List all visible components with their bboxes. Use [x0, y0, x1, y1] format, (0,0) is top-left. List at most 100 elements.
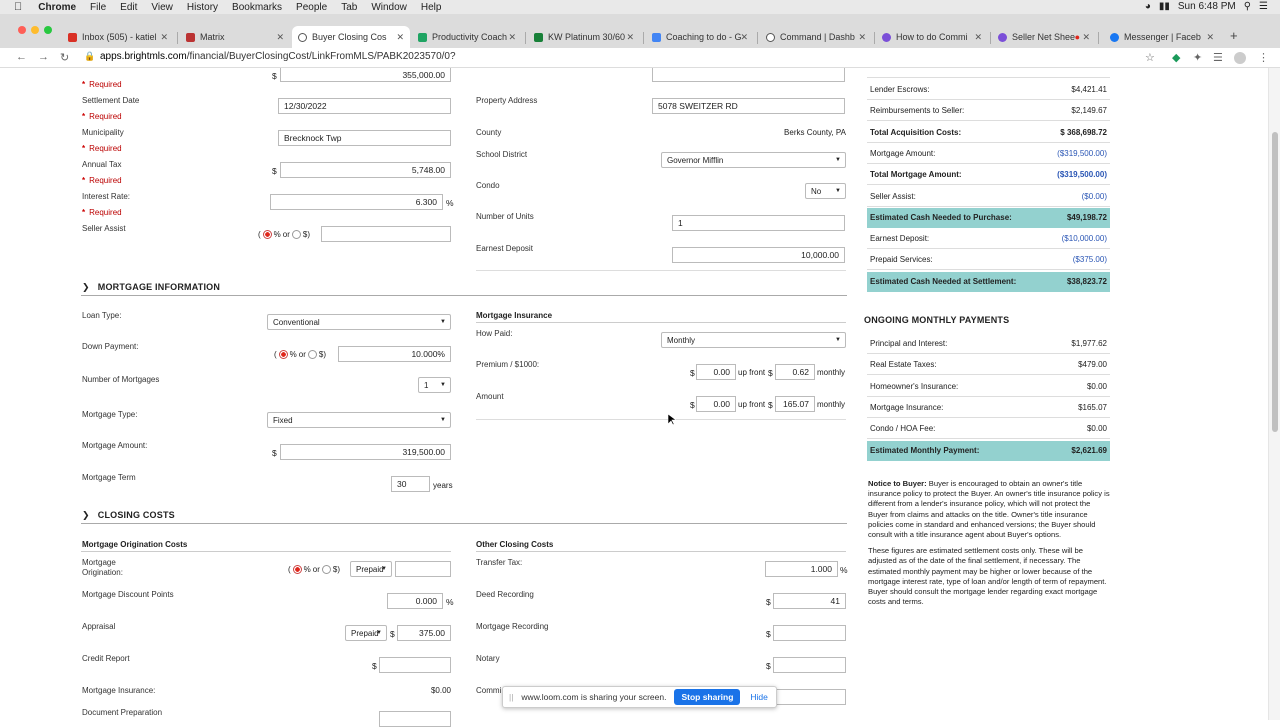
annual-tax-input[interactable]: 5,748.00 — [280, 162, 451, 178]
notary-input[interactable] — [773, 657, 846, 673]
menu-bookmarks[interactable]: Bookmarks — [232, 2, 282, 13]
dollar-radio[interactable] — [291, 230, 301, 239]
new-tab-icon[interactable]: + — [1230, 28, 1238, 43]
dollar-radio[interactable] — [321, 565, 331, 574]
appraisal-input[interactable]: 375.00 — [397, 625, 451, 641]
extension-icon[interactable]: ◆ — [1172, 51, 1180, 64]
menu-tab[interactable]: Tab — [341, 2, 357, 13]
down-payment-input[interactable]: 10.000% — [338, 346, 451, 362]
close-tab-icon[interactable]: ✕ — [160, 32, 168, 43]
tab-seller-net-sheet[interactable]: Seller Net Shee ● ✕ — [992, 26, 1096, 48]
number-of-units-input[interactable]: 1 — [672, 215, 845, 231]
credit-report-input[interactable] — [379, 657, 451, 673]
forward-icon[interactable]: → — [38, 51, 49, 63]
tab-how-to-do-commission[interactable]: How to do Commi ✕ — [876, 26, 988, 48]
url-field[interactable]: apps.brightmls.com/financial/BuyerClosin… — [100, 51, 456, 62]
lock-icon[interactable]: 🔒 — [84, 51, 95, 62]
menubar-clock[interactable]: Sun 6:48 PM — [1178, 1, 1236, 12]
more-icon[interactable]: ⋮ — [1258, 51, 1269, 64]
minimize-window-icon[interactable] — [31, 26, 39, 34]
amount-upfront-input[interactable]: 0.00 — [696, 396, 736, 412]
earnest-deposit-input[interactable]: 10,000.00 — [672, 247, 845, 263]
zoom-window-icon[interactable] — [44, 26, 52, 34]
mortgage-amount-input[interactable]: 319,500.00 — [280, 444, 451, 460]
menu-app-name[interactable]: Chrome — [38, 2, 76, 13]
close-tab-icon[interactable]: ✕ — [1082, 32, 1090, 43]
reload-icon[interactable]: ↻ — [60, 51, 69, 64]
star-icon[interactable]: ☆ — [1145, 51, 1155, 64]
drag-handle-icon[interactable]: || — [509, 692, 513, 702]
close-window-icon[interactable] — [18, 26, 26, 34]
discount-points-input[interactable]: 0.000 — [387, 593, 443, 609]
school-district-select[interactable]: Governor Mifflin ▼ — [661, 152, 846, 168]
reading-list-icon[interactable]: ☰ — [1213, 51, 1223, 64]
amount-monthly-input[interactable]: 165.07 — [775, 396, 815, 412]
closing-costs-section-header[interactable]: ❯ CLOSING COSTS — [82, 510, 175, 521]
origination-input[interactable] — [395, 561, 451, 577]
menu-file[interactable]: File — [90, 2, 106, 13]
close-tab-icon[interactable]: ✕ — [974, 32, 982, 43]
premium-upfront-input[interactable]: 0.00 — [696, 364, 736, 380]
percent-radio[interactable] — [292, 565, 302, 574]
commitment-input[interactable] — [773, 689, 846, 705]
appraisal-prepaid-select[interactable]: Prepaid ▼ — [345, 625, 387, 641]
origination-prepaid-select[interactable]: Prepaid ▼ — [350, 561, 392, 577]
chevron-down-icon: ▼ — [440, 382, 446, 388]
dollar-radio[interactable] — [307, 350, 317, 359]
close-tab-icon[interactable]: ✕ — [1206, 32, 1214, 43]
profile-avatar[interactable] — [1234, 52, 1246, 64]
stop-sharing-button[interactable]: Stop sharing — [674, 689, 741, 705]
municipality-input[interactable]: Brecknock Twp — [278, 130, 451, 146]
list-icon[interactable]: ☰ — [1259, 1, 1268, 12]
property-address-input[interactable]: 5078 SWEITZER RD — [652, 98, 845, 114]
close-tab-icon[interactable]: ✕ — [396, 32, 404, 43]
close-tab-icon[interactable]: ✕ — [508, 32, 516, 43]
deed-recording-input[interactable]: 41 — [773, 593, 846, 609]
close-tab-icon[interactable]: ✕ — [740, 32, 748, 43]
tab-buyer-closing-cost[interactable]: Buyer Closing Cos ✕ — [292, 26, 410, 48]
how-paid-select[interactable]: Monthly ▼ — [661, 332, 846, 348]
close-tab-icon[interactable]: ✕ — [626, 32, 634, 43]
scrollbar-thumb[interactable] — [1272, 132, 1278, 432]
price-input[interactable]: 355,000.00 — [280, 68, 451, 82]
close-tab-icon[interactable]: ✕ — [276, 32, 284, 43]
settlement-date-input[interactable]: 12/30/2022 — [278, 98, 451, 114]
tab-productivity-coach[interactable]: Productivity Coach ✕ — [412, 26, 522, 48]
battery-icon[interactable]: ▮▮ — [1159, 1, 1170, 12]
percent-radio[interactable] — [262, 230, 272, 239]
percent-radio[interactable] — [278, 350, 288, 359]
mortgage-section-header[interactable]: ❯ MORTGAGE INFORMATION — [82, 282, 220, 293]
loan-type-select[interactable]: Conventional ▼ — [267, 314, 451, 330]
document-preparation-input[interactable] — [379, 711, 451, 727]
transfer-tax-input[interactable]: 1.000 — [765, 561, 838, 577]
tab-coaching-to-do[interactable]: Coaching to do - G ✕ — [646, 26, 754, 48]
menu-history[interactable]: History — [187, 2, 218, 13]
menu-people[interactable]: People — [296, 2, 327, 13]
puzzle-icon[interactable]: ✦ — [1193, 51, 1202, 64]
search-icon[interactable]: ⚲ — [1244, 1, 1251, 12]
page-scrollbar[interactable] — [1268, 68, 1280, 720]
menu-view[interactable]: View — [151, 2, 173, 13]
wifi-icon[interactable]: ◕ — [1145, 1, 1151, 12]
tab-gmail[interactable]: Inbox (505) - katiel ✕ — [62, 26, 174, 48]
mortgage-recording-input[interactable] — [773, 625, 846, 641]
hide-button[interactable]: Hide — [750, 692, 767, 702]
mortgage-type-select[interactable]: Fixed ▼ — [267, 412, 451, 428]
tab-kw-platinum[interactable]: KW Platinum 30/60 ✕ — [528, 26, 640, 48]
tab-messenger[interactable]: Messenger | Faceb ✕ — [1104, 26, 1220, 48]
top-middle-input[interactable] — [652, 68, 845, 82]
back-icon[interactable]: ← — [16, 51, 27, 63]
menu-help[interactable]: Help — [421, 2, 442, 13]
premium-monthly-input[interactable]: 0.62 — [775, 364, 815, 380]
number-of-mortgages-select[interactable]: 1 ▼ — [418, 377, 451, 393]
condo-select[interactable]: No ▼ — [805, 183, 846, 199]
interest-rate-input[interactable]: 6.300 — [270, 194, 443, 210]
menu-window[interactable]: Window — [371, 2, 407, 13]
seller-assist-input[interactable] — [321, 226, 451, 242]
menu-edit[interactable]: Edit — [120, 2, 137, 13]
close-tab-icon[interactable]: ✕ — [858, 32, 866, 43]
mortgage-term-input[interactable]: 30 — [391, 476, 430, 492]
apple-icon[interactable]:  — [14, 1, 22, 13]
tab-matrix[interactable]: Matrix ✕ — [180, 26, 290, 48]
tab-command-dashboard[interactable]: Command | Dashb ✕ — [760, 26, 872, 48]
